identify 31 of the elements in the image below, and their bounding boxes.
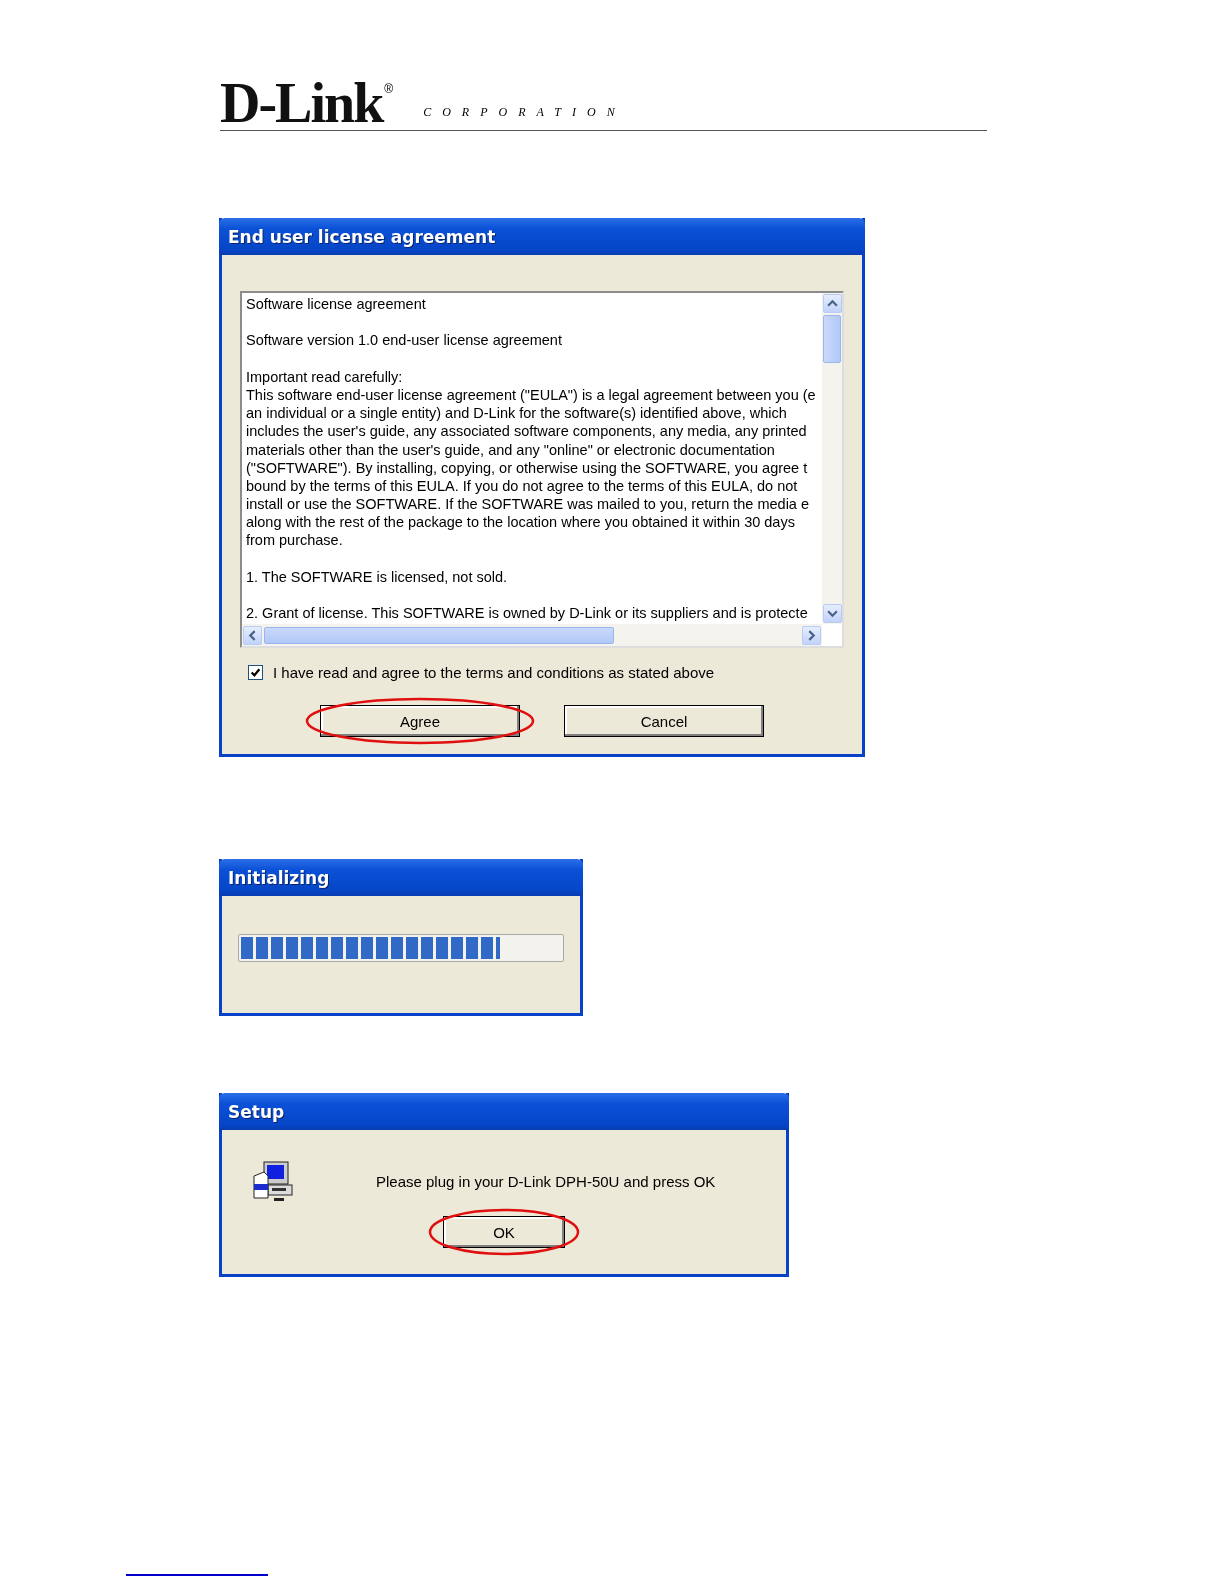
horizontal-scrollbar[interactable] <box>242 624 822 647</box>
license-text-line: ("SOFTWARE"). By installing, copying, or otherwise using the SOFTWARE, you agree t <box>246 458 809 477</box>
setup-message: Please plug in your D-Link DPH-50U and press OK <box>376 1172 716 1190</box>
license-text-line: bound by the terms of this EULA. If you do not agree to the terms of this EULA, do not <box>246 476 799 496</box>
license-text-line: an individual or a single entity) and D-Link for the software(s) identified above, which <box>246 404 788 423</box>
window-title: Setup <box>228 1101 285 1122</box>
checkbox-label: I have read and agree to the terms and conditions as stated above <box>273 664 715 682</box>
registered-mark: ® <box>384 82 394 96</box>
logo-subtitle: CORPORATION <box>423 105 626 120</box>
agree-checkbox[interactable] <box>248 665 263 681</box>
license-text-line: from purchase. <box>246 531 344 550</box>
license-text-line: Software version 1.0 end-user license agreement <box>246 331 563 350</box>
license-text-line: along with the rest of the package to the location where you obtained it within 30 days <box>246 513 796 532</box>
license-text-line: install or use the SOFTWARE. If the SOFTWARE was mailed to you, return the media e <box>246 495 810 514</box>
dialog-button[interactable]: Agree <box>320 705 520 738</box>
window-title: Initializing <box>228 867 330 888</box>
license-text-line: includes the user's guide, any associated software components, any media, any printed <box>246 422 808 441</box>
license-text-line: 1. The SOFTWARE is licensed, not sold. <box>246 567 509 586</box>
window-title: End user license agreement <box>228 226 496 247</box>
license-text-line: materials other than the user's guide, and any "online" or electronic documentation <box>246 440 776 459</box>
license-text-line: 2. Grant of license. This SOFTWARE is owned by D-Link or its suppliers and is protecte <box>246 604 809 623</box>
scrollbar-thumb[interactable] <box>264 626 614 644</box>
computer-icon <box>250 1158 296 1204</box>
dialog-button[interactable]: Cancel <box>564 705 764 738</box>
scrollbar-thumb[interactable] <box>823 315 841 363</box>
license-text-line: Important read carefully: <box>246 367 404 386</box>
vertical-scrollbar[interactable] <box>822 293 842 625</box>
license-text-line: Software license agreement <box>246 295 427 314</box>
logo: D-Link <box>220 82 383 124</box>
dialog-button[interactable]: OK <box>443 1216 565 1248</box>
license-text-line: This software end-user license agreement ("EULA") is a legal agreement between you (e <box>246 385 817 405</box>
